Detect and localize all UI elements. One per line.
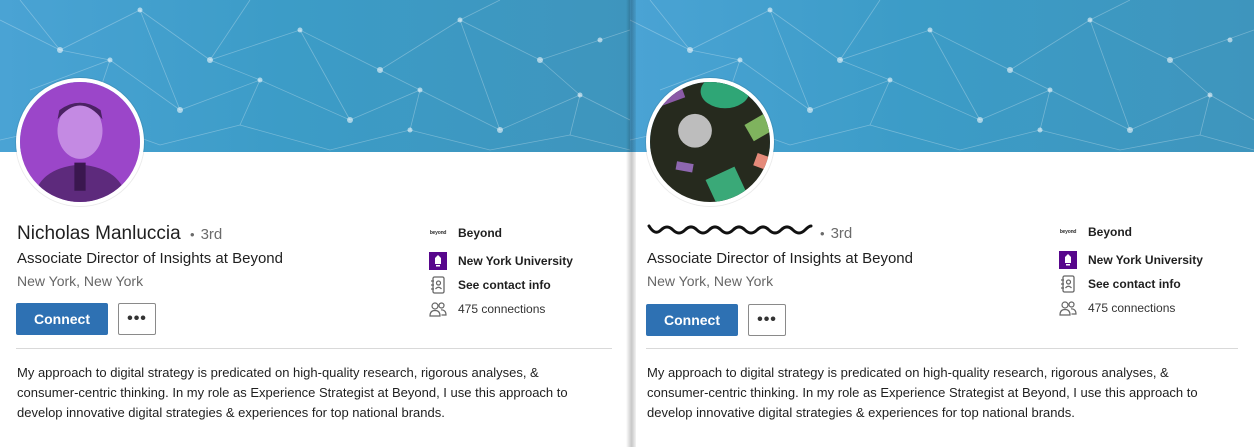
- section-divider: [646, 348, 1238, 349]
- profile-summary: My approach to digital strategy is predi…: [17, 363, 568, 423]
- company-name: Beyond: [458, 226, 503, 240]
- profile-meta: beyond Beyond New York University See co…: [429, 221, 573, 321]
- profile-photo-avatar[interactable]: [646, 78, 774, 206]
- connections-count: 475 connections: [1088, 301, 1176, 315]
- connection-degree: • 3rd: [820, 225, 853, 242]
- summary-line: consumer-centric thinking. In my role as…: [647, 385, 1198, 400]
- connect-button[interactable]: Connect: [16, 303, 108, 335]
- address-book-icon: [429, 276, 447, 294]
- panel-divider: [626, 0, 636, 447]
- see-contact-info-link: See contact info: [1088, 277, 1181, 291]
- connections-count: 475 connections: [458, 302, 546, 316]
- beyond-logo-icon: beyond: [429, 230, 447, 236]
- connections-row[interactable]: 475 connections: [1059, 296, 1203, 320]
- connection-degree: • 3rd: [190, 226, 223, 243]
- people-icon: [429, 300, 447, 318]
- profile-meta: beyond Beyond New York University See co…: [1059, 220, 1203, 320]
- profile-location: New York, New York: [17, 273, 144, 289]
- people-icon: [1059, 299, 1077, 317]
- summary-line: develop innovative digital strategies & …: [647, 405, 1075, 420]
- school-row[interactable]: New York University: [429, 249, 573, 273]
- company-row[interactable]: beyond Beyond: [429, 221, 573, 245]
- school-name: New York University: [1088, 253, 1203, 267]
- abstract-pattern-avatar-icon: [650, 82, 770, 202]
- more-actions-button[interactable]: •••: [748, 304, 786, 336]
- connect-button[interactable]: Connect: [646, 304, 738, 336]
- company-name: Beyond: [1088, 225, 1133, 239]
- profile-location: New York, New York: [647, 273, 774, 289]
- nyu-logo-icon: [1059, 251, 1077, 269]
- profile-headline: Associate Director of Insights at Beyond: [647, 250, 913, 267]
- summary-line: My approach to digital strategy is predi…: [647, 365, 1169, 380]
- redaction-squiggle-icon: [647, 224, 813, 235]
- company-row[interactable]: beyond Beyond: [1059, 220, 1203, 244]
- more-actions-button[interactable]: •••: [118, 303, 156, 335]
- summary-line: develop innovative digital strategies & …: [17, 405, 445, 420]
- profile-summary: My approach to digital strategy is predi…: [647, 363, 1198, 423]
- beyond-logo-icon: beyond: [1059, 229, 1077, 235]
- connections-row[interactable]: 475 connections: [429, 297, 573, 321]
- school-row[interactable]: New York University: [1059, 248, 1203, 272]
- profile-name-redacted: [647, 220, 813, 246]
- section-divider: [16, 348, 612, 349]
- address-book-icon: [1059, 275, 1077, 293]
- profile-name: Nicholas Manluccia: [17, 223, 181, 244]
- summary-line: consumer-centric thinking. In my role as…: [17, 385, 568, 400]
- person-photo-icon: [20, 82, 140, 202]
- contact-info-row[interactable]: See contact info: [429, 273, 573, 297]
- see-contact-info-link: See contact info: [458, 278, 551, 292]
- summary-line: My approach to digital strategy is predi…: [17, 365, 539, 380]
- profile-card-anonymized: • 3rd Associate Director of Insights at B…: [630, 0, 1254, 447]
- contact-info-row[interactable]: See contact info: [1059, 272, 1203, 296]
- profile-photo-avatar[interactable]: [16, 78, 144, 206]
- school-name: New York University: [458, 254, 573, 268]
- nyu-logo-icon: [429, 252, 447, 270]
- profile-headline: Associate Director of Insights at Beyond: [17, 250, 283, 267]
- profile-card-original: Nicholas Manluccia • 3rd Associate Direct…: [0, 0, 630, 447]
